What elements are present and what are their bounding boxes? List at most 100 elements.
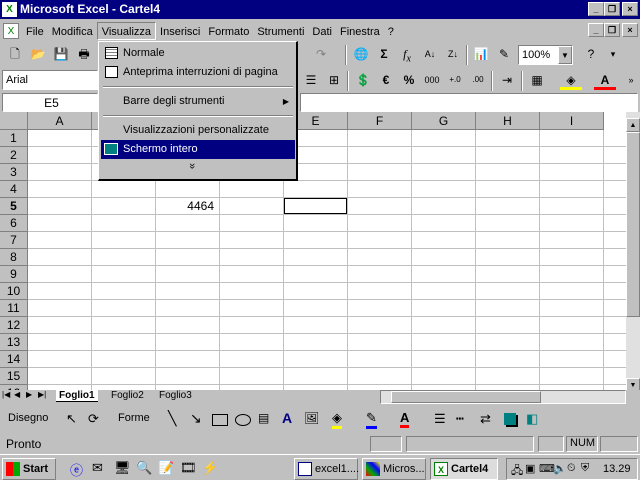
- cell-c5[interactable]: 4464: [155, 198, 217, 215]
- function-icon[interactable]: fx: [396, 44, 418, 64]
- row-header-6[interactable]: 6: [0, 215, 28, 232]
- row-header-13[interactable]: 13: [0, 334, 28, 351]
- active-cell-e5[interactable]: [283, 197, 348, 215]
- name-box[interactable]: E5: [2, 93, 98, 112]
- font-name-combo[interactable]: Arial: [2, 70, 98, 90]
- align-right-icon[interactable]: ☰: [300, 70, 322, 90]
- tray-volume-icon[interactable]: 🔈: [553, 462, 567, 475]
- menu-finestra[interactable]: Finestra: [336, 23, 384, 41]
- menu-item-visualizzazioni[interactable]: Visualizzazioni personalizzate: [101, 121, 295, 140]
- worksheet-grid[interactable]: 4464 ABCDEFGHI12345678910111213141516: [0, 112, 626, 390]
- vertical-scrollbar[interactable]: ▲ ▼: [626, 112, 640, 392]
- textbox-icon[interactable]: ▤: [258, 411, 269, 425]
- 3d-icon[interactable]: ◧: [526, 411, 538, 427]
- menu-formato[interactable]: Formato: [204, 23, 253, 41]
- redo-icon[interactable]: ↷: [310, 44, 332, 64]
- column-header-i[interactable]: I: [540, 112, 604, 130]
- new-icon[interactable]: 🗋: [4, 44, 26, 64]
- last-sheet-icon[interactable]: ▶|: [38, 390, 46, 399]
- decrease-decimal-icon[interactable]: .00: [467, 70, 489, 90]
- task-excel1[interactable]: excel1....: [294, 458, 359, 480]
- clipart-icon[interactable]: 🖼: [304, 411, 319, 425]
- save-icon[interactable]: 💾: [50, 44, 72, 64]
- row-header-11[interactable]: 11: [0, 300, 28, 317]
- open-icon[interactable]: 📂: [27, 44, 49, 64]
- sort-asc-icon[interactable]: A↓: [419, 44, 441, 64]
- tray-network-icon[interactable]: 🖧: [511, 462, 523, 480]
- menu-help[interactable]: ?: [384, 23, 398, 41]
- ie-icon[interactable]: ⓔ: [70, 460, 83, 479]
- borders-icon[interactable]: ▦: [526, 70, 548, 90]
- menu-dati[interactable]: Dati: [308, 23, 336, 41]
- expand-menu-icon[interactable]: »: [186, 163, 198, 169]
- doc-minimize-button[interactable]: _: [588, 23, 604, 37]
- scroll-up-button[interactable]: ▲: [626, 118, 640, 132]
- currency-icon[interactable]: 💲: [352, 70, 374, 90]
- quicklaunch-icon[interactable]: ⚡: [202, 460, 218, 476]
- row-header-2[interactable]: 2: [0, 147, 28, 164]
- percent-icon[interactable]: %: [398, 70, 420, 90]
- minimize-button[interactable]: _: [588, 2, 604, 16]
- explorer-icon[interactable]: 🔍: [136, 460, 152, 476]
- indent-icon[interactable]: ⇥: [496, 70, 518, 90]
- row-header-5[interactable]: 5: [0, 198, 28, 215]
- media-icon[interactable]: 🎞: [180, 460, 197, 476]
- task-micros[interactable]: Micros...: [362, 458, 426, 480]
- column-header-f[interactable]: F: [348, 112, 412, 130]
- start-button[interactable]: Start: [2, 458, 56, 480]
- line-icon[interactable]: ╲: [168, 410, 176, 427]
- increase-decimal-icon[interactable]: +.0: [444, 70, 466, 90]
- line-color-icon[interactable]: ✎: [366, 410, 377, 429]
- menu-item-normale[interactable]: Normale: [101, 44, 295, 63]
- workbook-icon[interactable]: X: [3, 23, 19, 39]
- tab-foglio3[interactable]: Foglio3: [156, 390, 195, 401]
- notepad-icon[interactable]: 📝: [158, 460, 174, 476]
- toolbar-more-icon[interactable]: »: [620, 70, 640, 90]
- row-header-7[interactable]: 7: [0, 232, 28, 249]
- scroll-thumb[interactable]: [626, 132, 640, 317]
- row-header-10[interactable]: 10: [0, 283, 28, 300]
- row-header-9[interactable]: 9: [0, 266, 28, 283]
- oval-icon[interactable]: [235, 414, 251, 426]
- first-sheet-icon[interactable]: |◀: [2, 390, 10, 399]
- doc-close-button[interactable]: ×: [622, 23, 638, 37]
- select-all-corner[interactable]: [0, 112, 28, 130]
- thousands-icon[interactable]: 000: [421, 70, 443, 90]
- row-header-12[interactable]: 12: [0, 317, 28, 334]
- toolbar-more-icon[interactable]: ▾: [602, 44, 624, 64]
- font-color-icon[interactable]: A: [400, 410, 410, 428]
- sort-desc-icon[interactable]: Z↓: [442, 44, 464, 64]
- menu-item-anteprima[interactable]: Anteprima interruzioni di pagina: [101, 63, 295, 82]
- task-cartel4[interactable]: X Cartel4: [430, 458, 498, 480]
- wordart-icon[interactable]: A: [282, 410, 292, 426]
- prev-sheet-icon[interactable]: ◀: [14, 390, 20, 399]
- disegno-menu[interactable]: Disegno: [8, 412, 48, 424]
- euro-icon[interactable]: €: [375, 70, 397, 90]
- menu-item-schermo-intero[interactable]: Schermo intero: [101, 140, 295, 159]
- line-style-icon[interactable]: ☰: [434, 411, 446, 427]
- hyperlink-icon[interactable]: 🌐: [350, 44, 372, 64]
- formula-input[interactable]: [300, 93, 638, 112]
- next-sheet-icon[interactable]: ▶: [26, 390, 32, 399]
- h-scroll-thumb[interactable]: [391, 391, 541, 403]
- clock[interactable]: 13.29: [603, 463, 631, 475]
- doc-restore-button[interactable]: ❐: [604, 23, 620, 37]
- menu-visualizza[interactable]: Visualizza: [96, 22, 157, 40]
- column-header-a[interactable]: A: [28, 112, 92, 130]
- fill-color-icon[interactable]: ◈: [560, 70, 582, 90]
- row-header-8[interactable]: 8: [0, 249, 28, 266]
- fill-color-icon[interactable]: ◈: [332, 410, 342, 429]
- print-icon[interactable]: 🖶: [73, 44, 95, 64]
- menu-item-barre[interactable]: Barre degli strumenti ▶: [101, 92, 295, 111]
- menu-inserisci[interactable]: Inserisci: [156, 23, 204, 41]
- row-header-1[interactable]: 1: [0, 130, 28, 147]
- chevron-down-icon[interactable]: ▼: [558, 46, 572, 64]
- font-color-icon[interactable]: A: [594, 70, 616, 90]
- channels-icon[interactable]: 🖥: [114, 460, 131, 476]
- merge-center-icon[interactable]: ⊞: [323, 70, 345, 90]
- tab-foglio2[interactable]: Foglio2: [108, 390, 147, 401]
- column-header-g[interactable]: G: [412, 112, 476, 130]
- tray-app-icon[interactable]: ▣: [525, 462, 535, 475]
- menu-modifica[interactable]: Modifica: [48, 23, 97, 41]
- outlook-icon[interactable]: ✉: [92, 460, 103, 476]
